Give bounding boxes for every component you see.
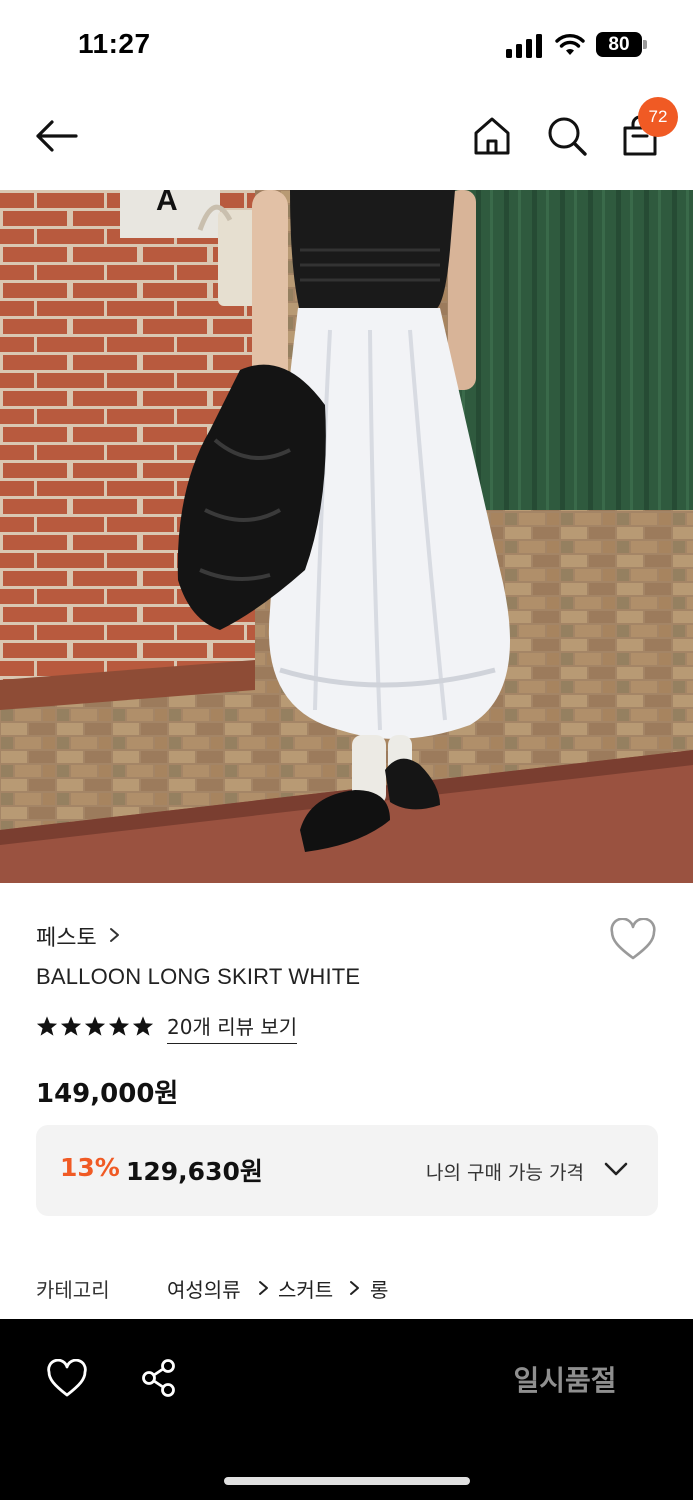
bottom-action-bar: 일시품절 — [0, 1319, 693, 1500]
cart-count-badge: 72 — [638, 97, 678, 137]
product-photo-illustration: A — [0, 190, 693, 883]
product-name: BALLOON LONG SKIRT WHITE — [36, 964, 361, 989]
star-icon — [84, 1016, 106, 1036]
top-navigation — [0, 92, 693, 190]
heart-icon[interactable] — [46, 1359, 88, 1399]
category-crumb-women[interactable]: 여성의류 — [167, 1274, 241, 1303]
category-label: 카테고리 — [36, 1278, 110, 1302]
chevron-right-icon — [259, 1281, 268, 1295]
original-price: 149,000원 — [36, 1079, 179, 1109]
category-crumb-long[interactable]: 롱 — [370, 1274, 388, 1303]
battery-tip — [643, 40, 647, 49]
status-time: 11:27 — [78, 28, 151, 59]
brand-link[interactable]: 페스토 — [36, 920, 97, 952]
star-icon — [132, 1016, 154, 1036]
status-bar: 11:27 80 — [0, 0, 693, 92]
battery-indicator: 80 — [596, 32, 642, 57]
discount-price: 129,630원 — [126, 1157, 263, 1186]
best-price-label: 나의 구매 가능 가격 — [426, 1162, 584, 1184]
discount-rate: 13% — [60, 1153, 120, 1182]
wishlist-heart-icon[interactable] — [608, 918, 658, 962]
home-icon[interactable] — [470, 114, 514, 158]
search-icon[interactable] — [545, 114, 589, 158]
share-icon[interactable] — [138, 1357, 180, 1399]
rating-stars — [36, 1012, 154, 1040]
wifi-icon — [555, 34, 585, 55]
svg-text:A: A — [156, 190, 178, 217]
chevron-right-icon — [350, 1281, 359, 1295]
home-indicator[interactable] — [224, 1477, 470, 1485]
arrow-left-icon[interactable] — [32, 116, 80, 156]
star-icon — [60, 1016, 82, 1036]
best-price-panel[interactable]: 13% 129,630원 나의 구매 가능 가격 — [36, 1125, 658, 1216]
chevron-down-icon — [604, 1162, 628, 1176]
category-crumb-skirt[interactable]: 스커트 — [278, 1274, 333, 1303]
sold-out-button[interactable]: 일시품절 — [490, 1359, 640, 1403]
chevron-right-icon — [110, 928, 119, 942]
star-icon — [108, 1016, 130, 1036]
review-link[interactable]: 20개 리뷰 보기 — [167, 1011, 298, 1044]
star-icon — [36, 1016, 58, 1036]
product-image[interactable]: A — [0, 190, 693, 883]
cellular-signal-icon — [506, 34, 544, 58]
